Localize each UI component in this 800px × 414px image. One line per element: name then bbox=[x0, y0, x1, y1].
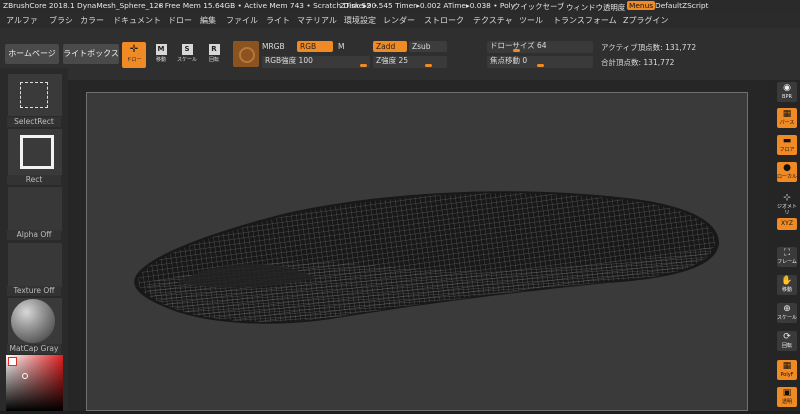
xyz-button[interactable]: XYZ bbox=[777, 218, 797, 230]
transparent-icon: ▣ bbox=[782, 388, 792, 398]
matcap-sphere-icon bbox=[11, 299, 55, 343]
rect-icon bbox=[20, 135, 54, 169]
material-button[interactable] bbox=[7, 297, 63, 345]
rotate-view-icon: ⟳ bbox=[783, 332, 791, 342]
select-rect-icon bbox=[20, 82, 48, 108]
bpr-render-button[interactable]: ◉ BPR bbox=[777, 82, 797, 102]
move-icon: M bbox=[155, 44, 167, 55]
polyf-button[interactable]: ▦ PolyF bbox=[777, 360, 797, 380]
rotate-view-button[interactable]: ⟳ 回転 bbox=[777, 331, 797, 351]
perspective-button[interactable]: ▦ パース bbox=[777, 108, 797, 128]
menus-button[interactable]: Menus bbox=[627, 1, 656, 10]
active-points-readout: アクティブ頂点数: 131,772 bbox=[601, 43, 697, 52]
scale-button[interactable]: S スケール bbox=[176, 42, 198, 68]
zsub-toggle[interactable]: Zsub bbox=[409, 41, 447, 52]
timer-status: ZTime▸90.545 Timer▸0.002 ATime▸0.038 • P… bbox=[340, 1, 516, 10]
local-icon: ● bbox=[783, 163, 791, 173]
slider-knob[interactable] bbox=[537, 64, 544, 67]
scale-view-button[interactable]: ⊕ スケール bbox=[777, 303, 797, 323]
floor-button[interactable]: ▬ フロア bbox=[777, 135, 797, 155]
lightbox-button[interactable]: ライトボックス bbox=[63, 44, 119, 64]
texture-button[interactable] bbox=[7, 242, 63, 288]
menu-item[interactable]: ストローク bbox=[424, 15, 464, 26]
draw-icon: ✛ bbox=[129, 44, 139, 55]
menu-item[interactable]: ブラシ bbox=[49, 15, 73, 26]
brush-material-swatch[interactable] bbox=[233, 41, 259, 67]
mrgb-toggle[interactable]: MRGB bbox=[262, 41, 285, 52]
menu-item[interactable]: Zプラグイン bbox=[623, 15, 668, 26]
floor-icon: ▬ bbox=[782, 136, 792, 146]
menu-item[interactable]: マテリアル bbox=[297, 15, 337, 26]
focal-shift-slider[interactable]: 焦点移動 0 bbox=[487, 56, 593, 68]
default-zscript[interactable]: DefaultZScript bbox=[655, 1, 709, 10]
right-shelf: ◉ BPR ▦ パース ▬ フロア ● ローカル ⊹ ジオメトリ XYZ ⛶ フレーム ✋ 移… bbox=[768, 80, 800, 411]
quicksave-button[interactable]: クイックセーブ bbox=[513, 1, 564, 12]
menu-item[interactable]: ライト bbox=[266, 15, 290, 26]
scale-icon: S bbox=[181, 44, 193, 55]
menu-item[interactable]: ファイル bbox=[226, 15, 258, 26]
move-view-button[interactable]: ✋ 移動 bbox=[777, 275, 797, 295]
select-rect-label: SelectRect bbox=[7, 117, 61, 127]
rgb-toggle[interactable]: RGB bbox=[297, 41, 333, 52]
zadd-toggle[interactable]: Zadd bbox=[373, 41, 407, 52]
menu-item[interactable]: ドキュメント bbox=[113, 15, 161, 26]
menu-item[interactable]: レンダー bbox=[383, 15, 415, 26]
move-button[interactable]: M 移動 bbox=[150, 42, 172, 68]
draw-size-slider[interactable]: ドローサイズ 64 bbox=[487, 41, 593, 53]
menu-bar: アルファ ブラシ カラー ドキュメント ドロー 編集 ファイル ライト マテリア… bbox=[0, 12, 800, 28]
select-rect-button[interactable] bbox=[7, 73, 63, 117]
texture-label: Texture Off bbox=[7, 286, 61, 296]
zoom-icon: ⊕ bbox=[783, 304, 791, 314]
document-canvas[interactable] bbox=[86, 92, 748, 411]
material-sphere-icon bbox=[239, 47, 255, 63]
home-page-button[interactable]: ホームページ bbox=[5, 44, 59, 64]
color-picker[interactable] bbox=[6, 355, 63, 411]
menu-item[interactable]: 環境設定 bbox=[344, 15, 376, 26]
gizmo-icon: ⊹ bbox=[783, 193, 791, 203]
z-intensity-slider[interactable]: Z強度 25 bbox=[373, 56, 447, 68]
rotate-button[interactable]: R 回転 bbox=[203, 42, 225, 68]
title-bar: ZBrushCore 2018.1 DynaMesh_Sphere_128 • … bbox=[0, 0, 800, 12]
draw-button[interactable]: ✛ ドロー bbox=[122, 42, 146, 68]
dynamesh-object[interactable] bbox=[134, 191, 719, 324]
menu-item[interactable]: カラー bbox=[80, 15, 104, 26]
main-color-swatch[interactable] bbox=[8, 357, 17, 366]
hand-icon: ✋ bbox=[781, 276, 793, 286]
rect-label: Rect bbox=[7, 175, 61, 185]
transparent-button[interactable]: ▣ 透明 bbox=[777, 387, 797, 407]
app-title: ZBrushCore 2018.1 DynaMesh_Sphere_128 bbox=[3, 1, 164, 10]
alpha-label: Alpha Off bbox=[7, 230, 61, 240]
left-shelf: SelectRect Rect Alpha Off Texture Off Ma… bbox=[0, 68, 68, 411]
color-cursor[interactable] bbox=[22, 373, 28, 379]
matcap-label: MatCap Gray bbox=[7, 344, 61, 354]
menu-item[interactable]: ツール bbox=[519, 15, 543, 26]
menu-item[interactable]: ドロー bbox=[168, 15, 192, 26]
slider-knob[interactable] bbox=[425, 64, 432, 67]
frame-button[interactable]: ⛶ フレーム bbox=[777, 247, 797, 267]
top-toolbar: ホームページ ライトボックス ✛ ドロー M 移動 S スケール R 回転 MRGB R… bbox=[0, 28, 800, 80]
m-toggle[interactable]: M bbox=[335, 41, 369, 52]
menu-item[interactable]: 編集 bbox=[200, 15, 216, 26]
gizmo-button[interactable]: ⊹ ジオメトリ bbox=[777, 192, 797, 216]
perspective-icon: ▦ bbox=[782, 109, 792, 119]
mesh-viewport[interactable] bbox=[87, 93, 747, 410]
render-icon: ◉ bbox=[783, 83, 791, 93]
slider-knob[interactable] bbox=[360, 64, 367, 67]
menu-item[interactable]: テクスチャ bbox=[473, 15, 513, 26]
local-button[interactable]: ● ローカル bbox=[777, 162, 797, 182]
menu-item[interactable]: アルファ bbox=[6, 15, 38, 26]
frame-icon: ⛶ bbox=[783, 248, 791, 258]
total-points-readout: 合計頂点数: 131,772 bbox=[601, 58, 675, 67]
rotate-icon: R bbox=[208, 44, 220, 55]
rgb-intensity-slider[interactable]: RGB強度 100 bbox=[262, 56, 370, 68]
menu-item[interactable]: トランスフォーム bbox=[553, 15, 617, 26]
polyframe-icon: ▦ bbox=[782, 361, 792, 371]
slider-knob[interactable] bbox=[513, 49, 520, 52]
rect-stroke-button[interactable] bbox=[7, 128, 63, 176]
alpha-button[interactable] bbox=[7, 186, 63, 232]
